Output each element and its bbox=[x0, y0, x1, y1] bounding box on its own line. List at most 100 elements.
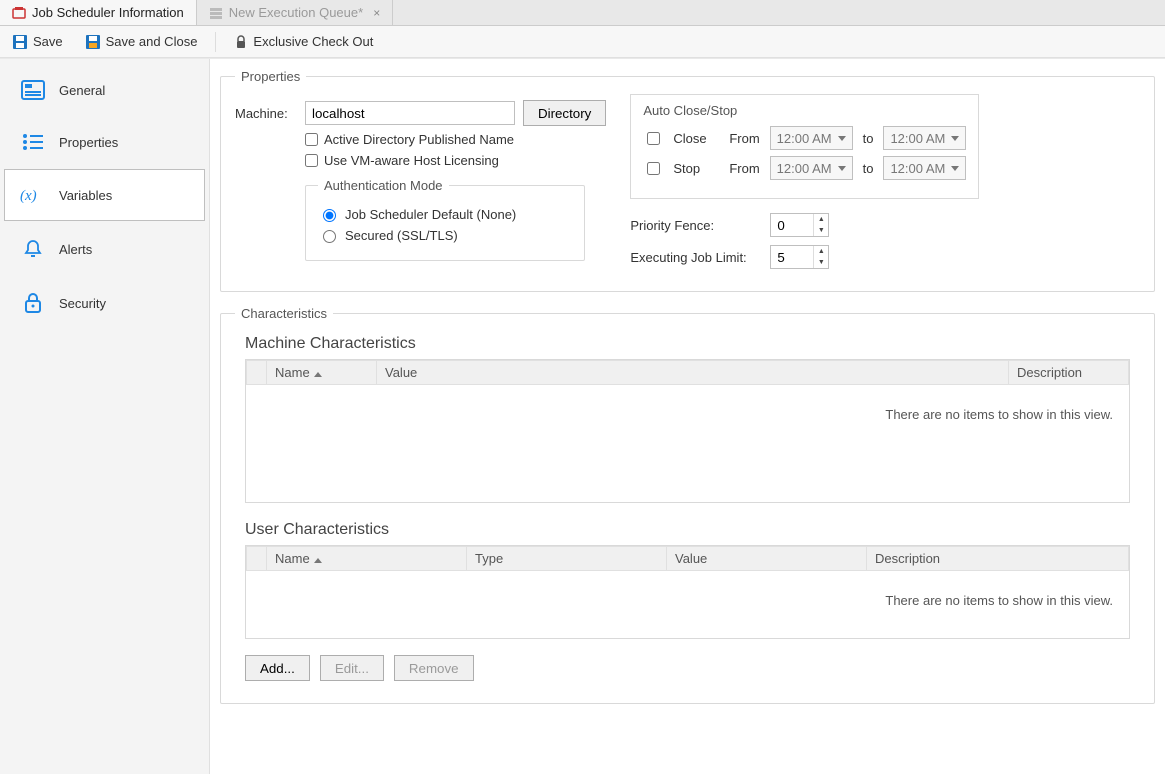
sidebar-item-alerts[interactable]: Alerts bbox=[4, 223, 205, 275]
column-selector[interactable] bbox=[247, 361, 267, 385]
stop-to-time[interactable]: 12:00 AM bbox=[883, 156, 966, 180]
exec-limit-spinner[interactable]: ▲▼ bbox=[770, 245, 829, 269]
app-icon bbox=[12, 6, 26, 20]
column-description[interactable]: Description bbox=[867, 547, 1129, 571]
auth-mode-legend: Authentication Mode bbox=[318, 178, 449, 193]
column-selector[interactable] bbox=[247, 547, 267, 571]
sidebar-item-label: Variables bbox=[59, 188, 112, 203]
column-value[interactable]: Value bbox=[377, 361, 1009, 385]
auth-default-radio[interactable] bbox=[323, 209, 336, 222]
save-close-button[interactable]: Save and Close bbox=[81, 32, 202, 52]
tab-new-execution-queue[interactable]: New Execution Queue* × bbox=[197, 0, 393, 25]
spinner-down-icon[interactable]: ▼ bbox=[814, 225, 828, 236]
close-from-time[interactable]: 12:00 AM bbox=[770, 126, 853, 150]
save-icon bbox=[12, 34, 28, 50]
tab-strip: Job Scheduler Information New Execution … bbox=[0, 0, 1165, 26]
spinner-up-icon[interactable]: ▲ bbox=[814, 214, 828, 225]
tab-job-scheduler-info[interactable]: Job Scheduler Information bbox=[0, 0, 197, 25]
properties-group: Properties Machine: Directory Active Dir… bbox=[220, 69, 1155, 292]
exclusive-checkout-button[interactable]: Exclusive Check Out bbox=[230, 32, 377, 51]
sidebar-item-label: Alerts bbox=[59, 242, 92, 257]
ad-published-label: Active Directory Published Name bbox=[324, 132, 514, 147]
close-checkbox[interactable] bbox=[647, 132, 660, 145]
properties-legend: Properties bbox=[235, 69, 306, 84]
stop-from-time[interactable]: 12:00 AM bbox=[770, 156, 853, 180]
to-label: to bbox=[863, 161, 874, 176]
vm-aware-checkbox[interactable] bbox=[305, 154, 318, 167]
content-pane: Properties Machine: Directory Active Dir… bbox=[210, 59, 1165, 774]
machine-characteristics-title: Machine Characteristics bbox=[245, 335, 1140, 353]
spinner-up-icon[interactable]: ▲ bbox=[814, 246, 828, 257]
sidebar-item-properties[interactable]: Properties bbox=[4, 117, 205, 167]
stop-label: Stop bbox=[673, 161, 719, 176]
column-description[interactable]: Description bbox=[1009, 361, 1129, 385]
priority-fence-spinner[interactable]: ▲▼ bbox=[770, 213, 829, 237]
sidebar-item-label: General bbox=[59, 83, 105, 98]
sidebar-item-security[interactable]: Security bbox=[4, 277, 205, 329]
remove-button[interactable]: Remove bbox=[394, 655, 474, 681]
characteristics-group: Characteristics Machine Characteristics … bbox=[220, 306, 1155, 704]
auto-close-group: Auto Close/Stop Close From 12:00 AM to 1… bbox=[630, 94, 979, 199]
chevron-down-icon bbox=[951, 136, 959, 141]
auth-mode-group: Authentication Mode Job Scheduler Defaul… bbox=[305, 178, 585, 261]
bell-icon bbox=[19, 238, 47, 260]
auth-default-label: Job Scheduler Default (None) bbox=[345, 207, 516, 222]
add-button[interactable]: Add... bbox=[245, 655, 310, 681]
from-label: From bbox=[729, 161, 759, 176]
stop-checkbox[interactable] bbox=[647, 162, 660, 175]
sidebar-item-label: Properties bbox=[59, 135, 118, 150]
save-label: Save bbox=[33, 34, 63, 49]
toolbar: Save Save and Close Exclusive Check Out bbox=[0, 26, 1165, 58]
save-button[interactable]: Save bbox=[8, 32, 67, 52]
vm-aware-label: Use VM-aware Host Licensing bbox=[324, 153, 499, 168]
close-icon[interactable]: × bbox=[373, 6, 380, 20]
user-characteristics-grid: Name Type Value Description There are no… bbox=[245, 545, 1130, 639]
spinner-down-icon[interactable]: ▼ bbox=[814, 257, 828, 268]
column-value[interactable]: Value bbox=[667, 547, 867, 571]
tab-label: New Execution Queue* bbox=[229, 5, 363, 20]
auth-secured-radio[interactable] bbox=[323, 230, 336, 243]
edit-button[interactable]: Edit... bbox=[320, 655, 384, 681]
priority-fence-label: Priority Fence: bbox=[630, 218, 760, 233]
characteristics-actions: Add... Edit... Remove bbox=[235, 647, 1140, 689]
chevron-down-icon bbox=[838, 166, 846, 171]
main-area: General Properties (x) Variables Alerts … bbox=[0, 58, 1165, 774]
auth-secured-label: Secured (SSL/TLS) bbox=[345, 228, 458, 243]
tab-label: Job Scheduler Information bbox=[32, 5, 184, 20]
lock-icon bbox=[234, 35, 248, 49]
priority-fence-input[interactable] bbox=[771, 214, 813, 236]
from-label: From bbox=[729, 131, 759, 146]
column-name[interactable]: Name bbox=[267, 361, 377, 385]
machine-input[interactable] bbox=[305, 101, 515, 125]
chevron-down-icon bbox=[838, 136, 846, 141]
machine-label: Machine: bbox=[235, 106, 297, 121]
user-characteristics-title: User Characteristics bbox=[245, 521, 1140, 539]
list-icon bbox=[19, 132, 47, 152]
to-label: to bbox=[863, 131, 874, 146]
queue-icon bbox=[209, 6, 223, 20]
save-close-label: Save and Close bbox=[106, 34, 198, 49]
characteristics-legend: Characteristics bbox=[235, 306, 333, 321]
empty-message: There are no items to show in this view. bbox=[246, 571, 1129, 638]
ad-published-checkbox[interactable] bbox=[305, 133, 318, 146]
directory-button[interactable]: Directory bbox=[523, 100, 606, 126]
exec-limit-label: Executing Job Limit: bbox=[630, 250, 760, 265]
empty-message: There are no items to show in this view. bbox=[246, 385, 1129, 502]
padlock-icon bbox=[19, 292, 47, 314]
exec-limit-input[interactable] bbox=[771, 246, 813, 268]
sidebar-item-general[interactable]: General bbox=[4, 65, 205, 115]
general-icon bbox=[19, 80, 47, 100]
sidebar-item-variables[interactable]: (x) Variables bbox=[4, 169, 205, 221]
sort-asc-icon bbox=[314, 372, 322, 377]
column-type[interactable]: Type bbox=[467, 547, 667, 571]
machine-characteristics-grid: Name Value Description There are no item… bbox=[245, 359, 1130, 503]
close-to-time[interactable]: 12:00 AM bbox=[883, 126, 966, 150]
variables-icon: (x) bbox=[19, 184, 47, 206]
exclusive-checkout-label: Exclusive Check Out bbox=[253, 34, 373, 49]
chevron-down-icon bbox=[951, 166, 959, 171]
sort-asc-icon bbox=[314, 558, 322, 563]
toolbar-separator bbox=[215, 32, 216, 52]
auto-close-legend: Auto Close/Stop bbox=[643, 103, 966, 118]
close-label: Close bbox=[673, 131, 719, 146]
column-name[interactable]: Name bbox=[267, 547, 467, 571]
